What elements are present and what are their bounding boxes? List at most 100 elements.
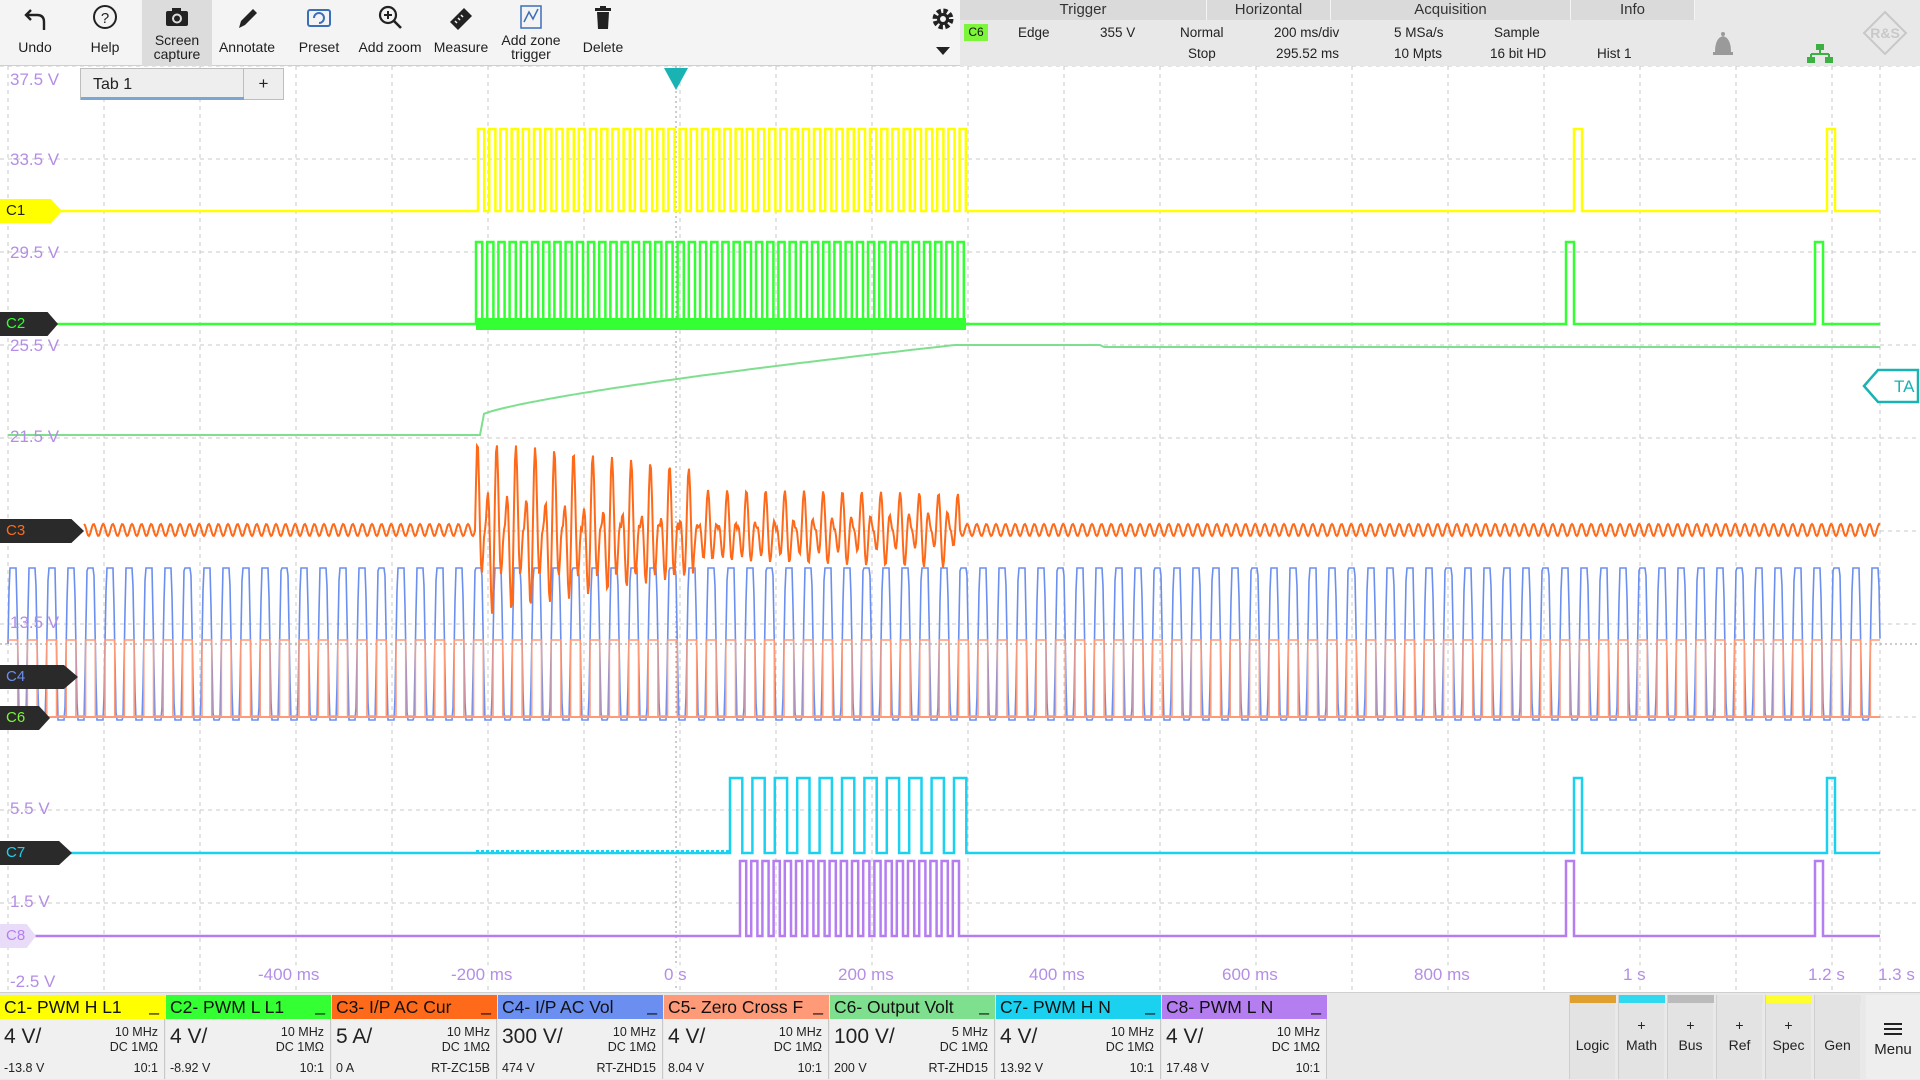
acquisition-header[interactable]: Acquisition — [1331, 0, 1571, 20]
minimize-icon[interactable]: _ — [647, 995, 657, 1017]
gen-button[interactable]: Gen — [1814, 995, 1861, 1079]
math-button[interactable]: + Math — [1618, 995, 1665, 1079]
help-label: Help — [90, 39, 120, 55]
add-tab-button[interactable]: + — [243, 69, 283, 99]
channel-bandwidth: 10 MHz DC 1MΩ — [110, 1025, 158, 1055]
info-header[interactable]: Info — [1571, 0, 1695, 20]
spec-button[interactable]: + Spec — [1765, 995, 1812, 1079]
trigger-level-marker[interactable]: TA — [1862, 366, 1920, 406]
channel-box-c6[interactable]: C6- Output Volt _ 100 V/5 MHz DC 1MΩ 200 V RT… — [830, 995, 995, 1079]
channel-offset[interactable]: 13.92 V — [1000, 1061, 1043, 1075]
tab-1[interactable]: Tab 1 + — [80, 68, 284, 100]
run-state[interactable]: Stop — [1188, 46, 1216, 61]
preset-button[interactable]: Preset — [284, 0, 354, 66]
bus-button[interactable]: + Bus — [1667, 995, 1714, 1079]
coupling-value: DC 1MΩ — [939, 1040, 988, 1054]
channel-bar: C1- PWM H L1 _ 4 V/10 MHz DC 1MΩ -13.8 V 10:1… — [0, 992, 1920, 1080]
minimize-icon[interactable]: _ — [1145, 995, 1155, 1017]
minimize-icon[interactable]: _ — [1311, 995, 1321, 1017]
channel-offset[interactable]: -13.8 V — [4, 1061, 44, 1075]
chevron-down-icon — [936, 47, 950, 55]
measure-button[interactable]: Measure — [426, 0, 496, 66]
channel-scale[interactable]: 300 V/ — [502, 1025, 563, 1049]
channel-scale[interactable]: 100 V/ — [834, 1025, 895, 1049]
trigger-header[interactable]: Trigger — [960, 0, 1207, 20]
c1-marker[interactable]: C1 — [0, 199, 62, 223]
network-icon[interactable] — [1806, 42, 1834, 64]
c7-marker[interactable]: C7 — [0, 841, 72, 865]
channel-box-c8[interactable]: C8- PWM L N _ 4 V/10 MHz DC 1MΩ 17.48 V 10:1 — [1162, 995, 1327, 1079]
menu-label: Menu — [1874, 1041, 1912, 1058]
annotate-button[interactable]: Annotate — [212, 0, 282, 66]
c2-marker[interactable]: C2 — [0, 312, 58, 336]
gear-icon — [932, 8, 954, 30]
channel-title[interactable]: C2- PWM L L1 _ — [166, 995, 331, 1019]
channel-box-c3[interactable]: C3- I/P AC Cur _ 5 A/10 MHz DC 1MΩ 0 A RT-ZC1… — [332, 995, 497, 1079]
acquisition-mode[interactable]: Sample — [1494, 25, 1540, 40]
channel-title[interactable]: C5- Zero Cross F _ — [664, 995, 829, 1019]
channel-box-c2[interactable]: C2- PWM L L1 _ 4 V/10 MHz DC 1MΩ -8.92 V 10:1 — [166, 995, 331, 1079]
sample-rate[interactable]: 5 MSa/s — [1394, 25, 1444, 40]
channel-scale[interactable]: 4 V/ — [4, 1025, 41, 1049]
screen-capture-label-2: capture — [153, 46, 201, 62]
minimize-icon[interactable]: _ — [813, 995, 823, 1017]
channel-scale[interactable]: 4 V/ — [170, 1025, 207, 1049]
channel-offset[interactable]: 200 V — [834, 1061, 867, 1075]
channel-scale[interactable]: 4 V/ — [668, 1025, 705, 1049]
trigger-type[interactable]: Edge — [1018, 25, 1050, 40]
trigger-mode[interactable]: Normal — [1180, 25, 1224, 40]
channel-title-text: C6- Output Volt — [834, 997, 954, 1017]
c3-marker[interactable]: C3 — [0, 519, 84, 543]
minimize-icon[interactable]: _ — [315, 995, 325, 1017]
resolution[interactable]: 16 bit HD — [1490, 46, 1546, 61]
channel-offset[interactable]: -8.92 V — [170, 1061, 210, 1075]
channel-offset[interactable]: 0 A — [336, 1061, 354, 1075]
trigger-source-badge[interactable]: C6 — [964, 24, 988, 41]
waveform-plot[interactable]: Tab 1 + 37.5 V 33.5 V 29.5 V 25.5 V 21.5… — [0, 66, 1920, 991]
channel-box-c1[interactable]: C1- PWM H L1 _ 4 V/10 MHz DC 1MΩ -13.8 V 10:1 — [0, 995, 165, 1079]
add-zone-trigger-button[interactable]: Add zone trigger — [496, 0, 566, 66]
c4-marker[interactable]: C4 — [0, 665, 78, 689]
channel-box-c7[interactable]: C7- PWM H N _ 4 V/10 MHz DC 1MΩ 13.92 V 10:1 — [996, 995, 1161, 1079]
time-scale[interactable]: 200 ms/div — [1274, 25, 1339, 40]
trigger-level[interactable]: 355 V — [1100, 25, 1135, 40]
horizontal-header[interactable]: Horizontal — [1207, 0, 1331, 20]
coupling-value: DC 1MΩ — [1271, 1040, 1320, 1054]
settings-button[interactable] — [925, 2, 961, 62]
record-length[interactable]: 10 Mpts — [1394, 46, 1442, 61]
channel-scale[interactable]: 4 V/ — [1000, 1025, 1037, 1049]
channel-box-c4[interactable]: C4- I/P AC Vol _ 300 V/10 MHz DC 1MΩ 474 V RT… — [498, 995, 663, 1079]
color-bar — [1668, 995, 1714, 1003]
time-position[interactable]: 295.52 ms — [1276, 46, 1339, 61]
channel-title[interactable]: C7- PWM H N _ — [996, 995, 1161, 1019]
help-button[interactable]: ? Help — [70, 0, 140, 66]
channel-title[interactable]: C6- Output Volt _ — [830, 995, 995, 1019]
screen-capture-button[interactable]: Screen capture — [142, 0, 212, 66]
alert-icon[interactable] — [1710, 30, 1736, 60]
c4-marker-label: C4 — [6, 668, 26, 685]
channel-bandwidth: 10 MHz DC 1MΩ — [1272, 1025, 1320, 1055]
minimize-icon[interactable]: _ — [149, 995, 159, 1017]
waveform-grid[interactable] — [0, 66, 1920, 991]
channel-title[interactable]: C3- I/P AC Cur _ — [332, 995, 497, 1019]
channel-title[interactable]: C4- I/P AC Vol _ — [498, 995, 663, 1019]
delete-button[interactable]: Delete — [568, 0, 638, 66]
channel-title-text: C8- PWM L N — [1166, 997, 1274, 1017]
channel-scale[interactable]: 5 A/ — [336, 1025, 372, 1049]
ref-button[interactable]: + Ref — [1716, 995, 1763, 1079]
minimize-icon[interactable]: _ — [481, 995, 491, 1017]
channel-box-c5[interactable]: C5- Zero Cross F _ 4 V/10 MHz DC 1MΩ 8.04 V 1… — [664, 995, 829, 1079]
history[interactable]: Hist 1 — [1597, 46, 1632, 61]
minimize-icon[interactable]: _ — [979, 995, 989, 1017]
channel-title[interactable]: C8- PWM L N _ — [1162, 995, 1327, 1019]
undo-button[interactable]: Undo — [0, 0, 70, 66]
channel-offset[interactable]: 17.48 V — [1166, 1061, 1209, 1075]
channel-offset[interactable]: 474 V — [502, 1061, 535, 1075]
add-zoom-button[interactable]: Add zoom — [355, 0, 425, 66]
channel-offset[interactable]: 8.04 V — [668, 1061, 704, 1075]
menu-button[interactable]: Menu — [1866, 995, 1920, 1079]
logic-button[interactable]: Logic — [1569, 995, 1616, 1079]
channel-title[interactable]: C1- PWM H L1 _ — [0, 995, 165, 1019]
channel-scale[interactable]: 4 V/ — [1166, 1025, 1203, 1049]
coupling-value: DC 1MΩ — [275, 1040, 324, 1054]
